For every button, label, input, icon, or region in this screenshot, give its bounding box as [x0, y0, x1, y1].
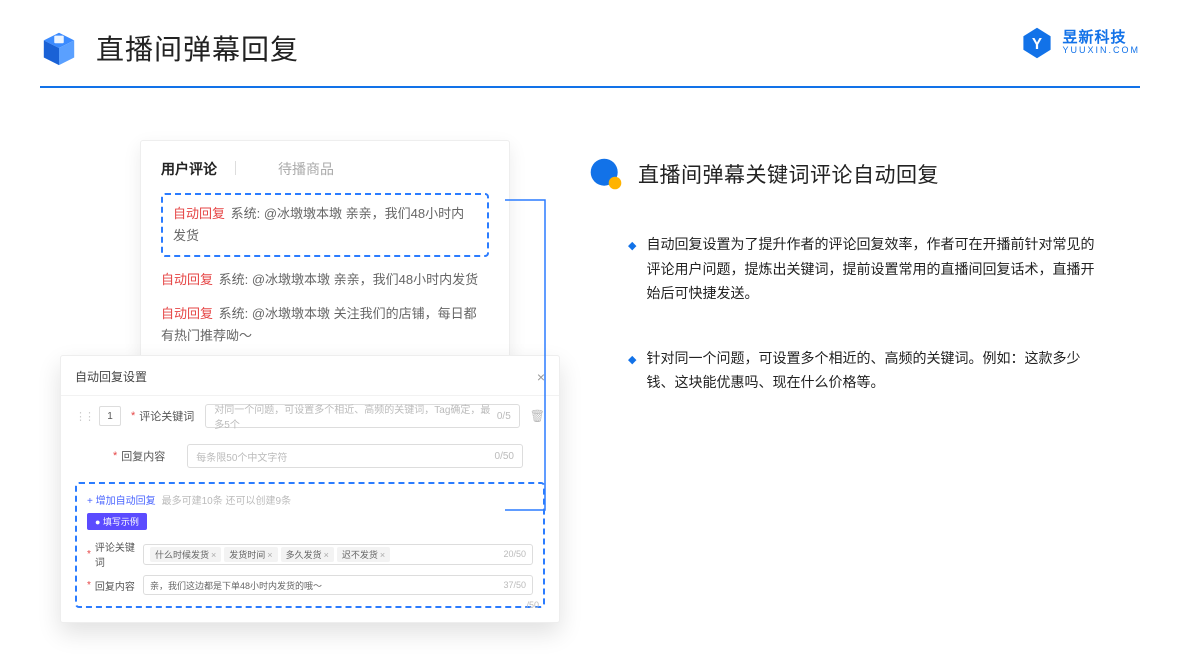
tab-user-comments[interactable]: 用户评论: [161, 159, 217, 179]
bullet-text: 针对同一个问题，可设置多个相近的、高频的关键词。例如：这款多少钱、这块能优惠吗、…: [646, 346, 1106, 395]
close-icon[interactable]: ×: [537, 369, 545, 385]
keyword-input[interactable]: 对同一个问题，可设置多个相近、高频的关键词，Tag确定，最多5个 0/5: [205, 404, 519, 428]
section-header: 直播间弹幕关键词评论自动回复: [588, 156, 1128, 192]
example-reply-row: *回复内容 亲，我们这边都是下单48小时内发货的哦～ 37/50: [87, 572, 533, 598]
delete-icon[interactable]: 🗑: [530, 409, 545, 423]
logo-text-en: YUUXIN.COM: [1062, 46, 1140, 56]
keyword-counter: 0/5: [497, 411, 511, 422]
bullet-text: 自动回复设置为了提升作者的评论回复效率，作者可在开播前针对常见的评论用户问题，提…: [646, 232, 1106, 306]
logo-icon: Y: [1020, 26, 1054, 60]
example-section: + 增加自动回复 最多可建10条 还可以创建9条 ● 填写示例 *评论关键词 什…: [75, 482, 545, 608]
example-keyword-counter: 20/50: [503, 549, 526, 559]
keyword-label: 评论关键词: [139, 408, 197, 424]
keyword-row: ⋮⋮ 1 * 评论关键词 对同一个问题，可设置多个相近、高频的关键词，Tag确定…: [61, 396, 559, 436]
auto-reply-settings-card: 自动回复设置 × ⋮⋮ 1 * 评论关键词 对同一个问题，可设置多个相近、高频的…: [60, 355, 560, 623]
comment-row: 自动回复 系统: @冰墩墩本墩 关注我们的店铺，每日都有热门推荐呦～: [161, 297, 489, 353]
brand-logo: Y 昱新科技 YUUXIN.COM: [1020, 26, 1140, 60]
cube-icon: [40, 29, 78, 67]
svg-text:Y: Y: [1032, 36, 1042, 53]
example-keyword-input[interactable]: 什么时候发货× 发货时间× 多久发货× 迟不发货× 20/50: [143, 544, 533, 565]
chat-bubble-icon: [588, 156, 624, 192]
reply-input[interactable]: 每条限50个中文字符 0/50: [187, 444, 523, 468]
comment-text: 系统: @冰墩墩本墩 亲亲，我们48小时内发货: [219, 272, 479, 287]
keyword-chip[interactable]: 多久发货×: [281, 547, 334, 562]
stray-counter: /50: [526, 600, 539, 610]
bullet-item: ◆ 针对同一个问题，可设置多个相近的、高频的关键词。例如：这款多少钱、这块能优惠…: [588, 346, 1128, 395]
diamond-icon: ◆: [628, 237, 636, 306]
diamond-icon: ◆: [628, 351, 636, 395]
example-badge: ● 填写示例: [87, 513, 147, 530]
page-title: 直播间弹幕回复: [96, 28, 299, 68]
comment-row-highlighted: 自动回复 系统: @冰墩墩本墩 亲亲，我们48小时内发货: [161, 193, 489, 257]
bullet-item: ◆ 自动回复设置为了提升作者的评论回复效率，作者可在开播前针对常见的评论用户问题…: [588, 232, 1128, 306]
tab-pending-goods[interactable]: 待播商品: [278, 159, 334, 179]
keyword-chip[interactable]: 发货时间×: [224, 547, 277, 562]
section-title: 直播间弹幕关键词评论自动回复: [638, 159, 939, 189]
add-auto-reply-link[interactable]: + 增加自动回复: [87, 492, 156, 507]
auto-reply-tag: 自动回复: [161, 306, 213, 321]
reply-row: * 回复内容 每条限50个中文字符 0/50: [61, 436, 559, 476]
example-reply-counter: 37/50: [503, 580, 526, 590]
reply-label: 回复内容: [121, 448, 179, 464]
add-hint: 最多可建10条 还可以创建9条: [162, 492, 291, 507]
order-number: 1: [99, 406, 121, 426]
reply-counter: 0/50: [495, 451, 514, 462]
auto-reply-tag: 自动回复: [173, 206, 225, 221]
settings-title: 自动回复设置: [75, 368, 147, 385]
auto-reply-tag: 自动回复: [161, 272, 213, 287]
comment-row: 自动回复 系统: @冰墩墩本墩 亲亲，我们48小时内发货: [161, 263, 489, 297]
header-divider: [40, 86, 1140, 88]
logo-text-cn: 昱新科技: [1062, 30, 1140, 47]
required-star: *: [113, 450, 117, 462]
example-reply-input[interactable]: 亲，我们这边都是下单48小时内发货的哦～ 37/50: [143, 575, 533, 595]
tab-divider: [235, 161, 236, 175]
required-star: *: [131, 410, 135, 422]
drag-handle-icon[interactable]: ⋮⋮: [75, 410, 93, 423]
keyword-chip[interactable]: 迟不发货×: [337, 547, 390, 562]
example-keyword-row: *评论关键词 什么时候发货× 发货时间× 多久发货× 迟不发货× 20/50: [87, 536, 533, 572]
page-header: 直播间弹幕回复: [0, 0, 1180, 68]
keyword-chip[interactable]: 什么时候发货×: [150, 547, 221, 562]
